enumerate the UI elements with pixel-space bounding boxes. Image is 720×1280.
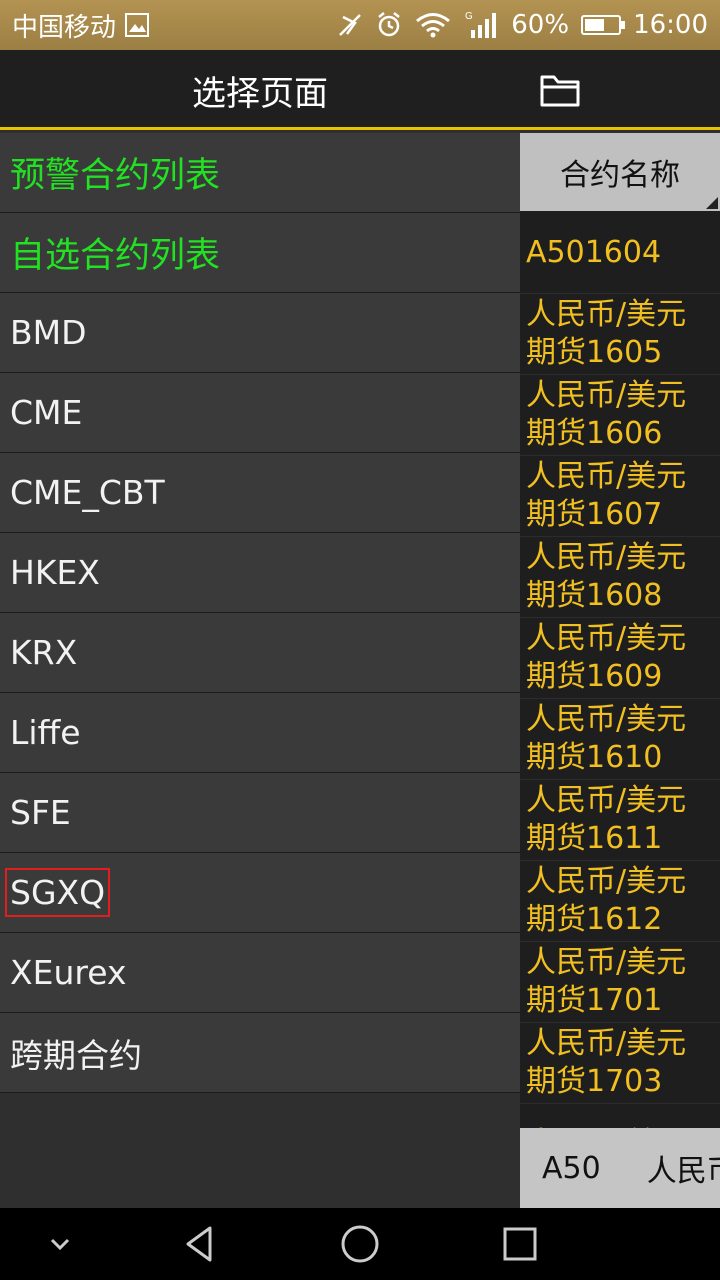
exchange-list-item[interactable]: CME_CBT <box>0 453 520 533</box>
contract-cell[interactable]: 人民币/美元 期货1605 <box>520 294 720 375</box>
contract-cell[interactable]: 人民币/美元 期货1610 <box>520 699 720 780</box>
back-triangle-icon <box>186 1226 212 1262</box>
exchange-list-item-label: CME <box>10 393 83 432</box>
image-notification-icon <box>124 12 150 38</box>
exchange-list-item-label: KRX <box>10 633 78 672</box>
contract-cell[interactable]: 人民币/美元 期货1609 <box>520 618 720 699</box>
hide-keyboard-button[interactable] <box>20 1208 100 1280</box>
folder-button[interactable] <box>520 50 600 130</box>
contract-cell[interactable]: 人民币/美元 期货1607 <box>520 456 720 537</box>
page-title: 选择页面 <box>192 73 328 114</box>
carrier-label: 中国移动 <box>12 12 117 43</box>
exchange-list-item-label: HKEX <box>10 553 100 592</box>
exchange-list-item-label: XEurex <box>10 953 127 992</box>
vibrate-off-icon <box>337 12 363 38</box>
bottom-tab-strip: A50 人民币 <box>520 1128 720 1208</box>
alarm-icon <box>375 11 403 39</box>
exchange-list-item[interactable]: SFE <box>0 773 520 853</box>
exchange-list-item-label: BMD <box>10 313 87 352</box>
bottom-tab[interactable]: A50 <box>542 1151 601 1186</box>
exchange-list-item-label: SFE <box>10 793 71 832</box>
contract-cell[interactable]: 人民币/美元 期货1701 <box>520 942 720 1023</box>
contract-cell[interactable]: A501604 <box>520 213 720 294</box>
back-button[interactable] <box>160 1208 240 1280</box>
exchange-list-item[interactable]: CME <box>0 373 520 453</box>
home-button[interactable] <box>320 1208 400 1280</box>
contract-column: 合约名称 A501604 人民币/美元 期货1605 人民币/美元 期货1606 人民… <box>520 133 720 1208</box>
navigation-bar <box>0 1208 720 1280</box>
cell-signal-icon: G <box>463 10 499 40</box>
exchange-list-item[interactable]: KRX <box>0 613 520 693</box>
contract-cell[interactable]: 人民币/美元 期货1611 <box>520 780 720 861</box>
exchange-list-item[interactable]: 自选合约列表 <box>0 213 520 293</box>
wifi-icon <box>415 12 451 38</box>
home-circle-icon <box>341 1225 379 1263</box>
contract-cell[interactable]: 人民币/美元 期货1612 <box>520 861 720 942</box>
status-bar: 中国移动 G 60% 16:00 <box>0 0 720 50</box>
exchange-list-item[interactable]: 跨期合约 <box>0 1013 520 1093</box>
exchange-list-item[interactable]: HKEX <box>0 533 520 613</box>
app-header: 选择页面 <box>0 50 720 130</box>
contract-name-header[interactable]: 合约名称 <box>520 133 720 213</box>
exchange-list: 预警合约列表 自选合约列表 BMD CME CME_CBT HKEX KRX Liffe SFE… <box>0 133 520 1208</box>
exchange-list-item[interactable]: XEurex <box>0 933 520 1013</box>
battery-fill <box>585 19 605 31</box>
bottom-tab[interactable]: 人民币 <box>647 1146 720 1190</box>
exchange-list-item-label: 预警合约列表 <box>10 156 221 196</box>
exchange-list-item-label: SGXQ <box>4 868 111 917</box>
exchange-list-item[interactable]: SGXQ <box>0 853 520 933</box>
sort-corner-icon <box>706 197 718 209</box>
recents-square-icon <box>503 1227 537 1261</box>
exchange-list-item[interactable]: Liffe <box>0 693 520 773</box>
chevron-down-icon <box>50 1238 70 1251</box>
exchange-list-item-label: 自选合约列表 <box>10 236 221 276</box>
exchange-list-item[interactable]: BMD <box>0 293 520 373</box>
exchange-list-item-label: CME_CBT <box>10 473 165 512</box>
svg-text:G: G <box>465 11 473 22</box>
exchange-list-item-label: Liffe <box>10 713 81 752</box>
exchange-list-item[interactable]: 预警合约列表 <box>0 133 520 213</box>
contract-cell[interactable]: 人民币/美元 期货1703 <box>520 1023 720 1104</box>
exchange-list-item-label: 跨期合约 <box>10 1035 142 1075</box>
clock: 16:00 <box>633 10 708 40</box>
contract-cell[interactable]: 人民币/美元 期货1608 <box>520 537 720 618</box>
contract-name-header-label: 合约名称 <box>560 158 680 193</box>
contract-cell[interactable]: 人民币/美元 期货1606 <box>520 375 720 456</box>
battery-icon <box>581 15 626 35</box>
battery-percent: 60% <box>511 10 570 40</box>
folder-icon <box>540 75 580 107</box>
recents-button[interactable] <box>480 1208 560 1280</box>
contract-cells: A501604 人民币/美元 期货1605 人民币/美元 期货1606 人民币/美元 … <box>520 213 720 1185</box>
